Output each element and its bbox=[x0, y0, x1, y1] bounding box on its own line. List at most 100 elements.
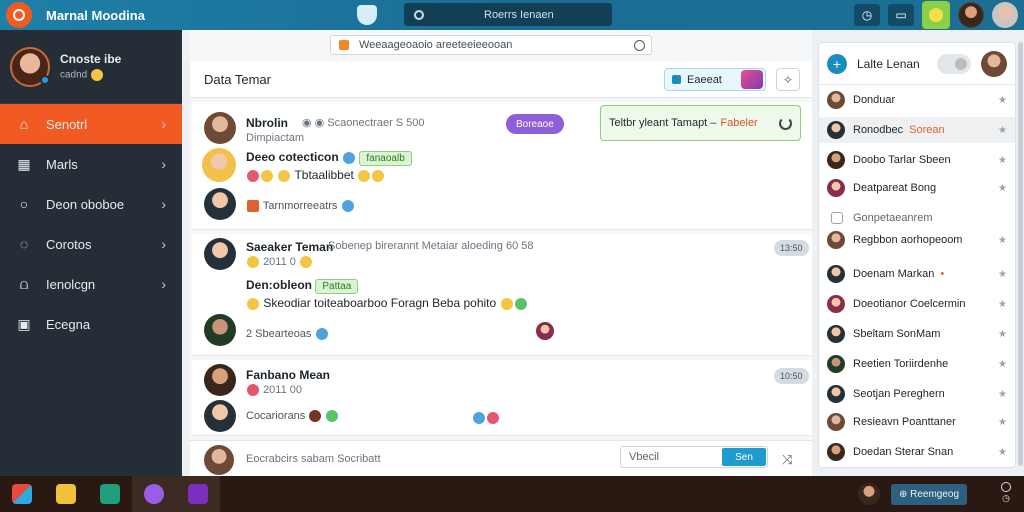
user-avatar[interactable] bbox=[958, 2, 984, 28]
star-icon[interactable]: ★ bbox=[998, 269, 1007, 280]
message-search-input[interactable]: Weeaageoaoio areeteeieeooan bbox=[330, 35, 652, 55]
sidebar-item-calendar[interactable]: ▣ Ecegna bbox=[0, 304, 182, 344]
contact-item[interactable]: Seotjan Pereghern ★ bbox=[819, 381, 1015, 407]
message-author: Saeaker Teman bbox=[246, 240, 334, 254]
contact-name: Ronodbec bbox=[853, 124, 904, 136]
contact-tag: • bbox=[940, 268, 945, 280]
taskbar-user-avatar[interactable] bbox=[858, 483, 880, 505]
contact-item[interactable]: Resieavn Poanttaner ★ bbox=[819, 409, 1015, 435]
reaction-icons[interactable] bbox=[472, 410, 500, 424]
message-text: Deeo cotecticon fanaoalb bbox=[246, 150, 412, 166]
contact-name: Doobo Tarlar Sbeen bbox=[853, 154, 951, 166]
contact-name: Doenam Markan bbox=[853, 268, 935, 280]
avatar bbox=[827, 295, 845, 313]
avatar[interactable] bbox=[204, 314, 236, 346]
expand-icon[interactable]: ⤨ bbox=[782, 452, 792, 468]
star-icon[interactable]: ★ bbox=[998, 299, 1007, 310]
star-icon[interactable]: ★ bbox=[998, 447, 1007, 458]
avatar bbox=[827, 413, 845, 431]
pin-icon[interactable]: ✧ bbox=[776, 68, 800, 91]
status-badge[interactable]: Boreaoe bbox=[506, 114, 564, 134]
shield-icon[interactable] bbox=[357, 5, 377, 25]
start-icon[interactable] bbox=[0, 476, 44, 512]
contacts-icon: ◌ bbox=[19, 236, 29, 252]
avatar[interactable] bbox=[981, 51, 1007, 77]
avatar[interactable] bbox=[204, 188, 236, 220]
contact-item[interactable]: Regbbon aorhopeoom ★ bbox=[819, 227, 1015, 253]
contact-item[interactable]: Doedan Sterar Snan ★ bbox=[819, 439, 1015, 465]
message-card[interactable]: Fanbano Mean 2011 00 10:50 Cocariorans bbox=[192, 360, 812, 436]
refresh-icon[interactable] bbox=[779, 116, 792, 130]
message-author: Nbrolin bbox=[246, 116, 288, 130]
app-logo-icon[interactable] bbox=[6, 2, 32, 28]
star-icon[interactable]: ★ bbox=[998, 95, 1007, 106]
status-app-icon[interactable] bbox=[922, 1, 950, 29]
avatar[interactable] bbox=[204, 400, 236, 432]
star-icon[interactable]: ★ bbox=[998, 389, 1007, 400]
taskbar-action-button[interactable]: ⊕ Reemgeog bbox=[891, 484, 967, 505]
filter-pill[interactable]: Eaeeat bbox=[664, 68, 766, 91]
composer-input[interactable]: Vbecil Sen bbox=[620, 446, 768, 468]
message-text: Cocariorans bbox=[246, 410, 339, 423]
chevron-right-icon: › bbox=[161, 116, 166, 132]
contact-item[interactable]: Donduar ★ bbox=[819, 87, 1015, 113]
avatar[interactable] bbox=[536, 322, 554, 340]
sidebar-item-label: Ecegna bbox=[46, 316, 91, 332]
chat-app-icon[interactable] bbox=[88, 476, 132, 512]
media-app-icon[interactable] bbox=[176, 476, 220, 512]
star-icon[interactable]: ★ bbox=[998, 235, 1007, 246]
avatar[interactable] bbox=[204, 112, 236, 144]
contact-item[interactable]: Sbeltam SonMam ★ bbox=[819, 321, 1015, 347]
clock-icon[interactable]: ◷ bbox=[996, 482, 1016, 504]
contacts-toggle[interactable] bbox=[937, 54, 971, 74]
star-icon[interactable]: ★ bbox=[998, 183, 1007, 194]
scrollbar[interactable] bbox=[1018, 42, 1023, 466]
browser-icon[interactable] bbox=[132, 476, 176, 512]
sidebar-item-deon[interactable]: ○ Deon oboboe › bbox=[0, 184, 182, 224]
add-contact-button[interactable]: + bbox=[827, 53, 847, 74]
contact-item[interactable]: Doobo Tarlar Sbeen ★ bbox=[819, 147, 1015, 173]
folder-icon[interactable] bbox=[44, 476, 88, 512]
avatar[interactable] bbox=[204, 364, 236, 396]
time-badge: 13:50 bbox=[774, 240, 809, 256]
sidebar-item-reports[interactable]: ⩍ Ienolcgn › bbox=[0, 264, 182, 304]
composer-placeholder[interactable]: Eocrabcirs sabam Socribatt bbox=[246, 453, 381, 465]
contact-name: Deatpareat Bong bbox=[853, 182, 937, 194]
filter-pill-label: Eaeeat bbox=[687, 73, 722, 86]
user-avatar-secondary[interactable] bbox=[992, 2, 1018, 28]
avatar bbox=[827, 385, 845, 403]
contact-name: Seotjan Pereghern bbox=[853, 388, 945, 400]
send-button[interactable]: Sen bbox=[722, 448, 766, 466]
message-card[interactable]: Saeaker Teman Sobenep birerannt Metaiar … bbox=[192, 234, 812, 356]
window-icon[interactable]: ▭ bbox=[888, 4, 914, 26]
sidebar-item-home[interactable]: ⌂ Senotrl › bbox=[0, 104, 182, 144]
contact-tag: Sorean bbox=[909, 124, 945, 136]
avatar[interactable] bbox=[204, 445, 234, 475]
star-icon[interactable]: ★ bbox=[998, 155, 1007, 166]
message-meta: ◉ ◉ Scaonectraer S 500 bbox=[302, 117, 425, 129]
avatar[interactable] bbox=[204, 238, 236, 270]
sidebar-item-marls[interactable]: ▦ Marls › bbox=[0, 144, 182, 184]
sidebar-item-contacts[interactable]: ◌ Corotos › bbox=[0, 224, 182, 264]
contact-item[interactable]: Ronodbec Sorean ★ bbox=[819, 117, 1015, 143]
sidebar-item-label: Marls bbox=[46, 156, 78, 172]
star-icon[interactable]: ★ bbox=[998, 329, 1007, 340]
star-icon[interactable]: ★ bbox=[998, 359, 1007, 370]
global-search[interactable]: Roerrs Ienaen bbox=[404, 3, 612, 26]
notification-banner[interactable]: Teltbr yleant Tamapt – Fabeler bbox=[600, 105, 801, 141]
profile-card[interactable]: Cnoste ibe cadnd bbox=[0, 30, 182, 104]
composer-input-text: Vbecil bbox=[629, 451, 659, 463]
history-icon[interactable] bbox=[634, 39, 645, 51]
contact-name: Doedan Sterar Snan bbox=[853, 446, 954, 458]
contact-name: Sbeltam SonMam bbox=[853, 328, 941, 340]
avatar bbox=[827, 91, 845, 109]
contact-item[interactable]: Deatpareat Bong ★ bbox=[819, 175, 1015, 201]
star-icon[interactable]: ★ bbox=[998, 417, 1007, 428]
clock-icon[interactable]: ◷ bbox=[854, 4, 880, 26]
contact-item[interactable]: Doeotianor Coelcermin ★ bbox=[819, 291, 1015, 317]
message-text: Tarnmorreeatrs bbox=[246, 200, 355, 213]
contact-item[interactable]: Reetien Toriirdenhe ★ bbox=[819, 351, 1015, 377]
star-icon[interactable]: ★ bbox=[998, 125, 1007, 136]
avatar[interactable] bbox=[202, 148, 236, 182]
contact-item[interactable]: Doenam Markan • ★ bbox=[819, 261, 1015, 287]
